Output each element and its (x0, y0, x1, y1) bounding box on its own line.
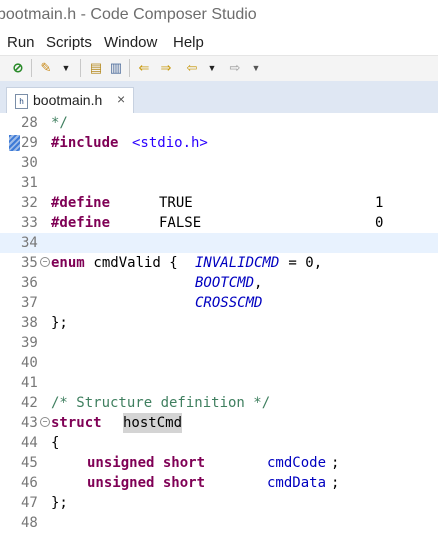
preprocessor-directive: #include (51, 135, 119, 151)
current-line-highlight: 34 (0, 233, 438, 253)
document-icon[interactable]: ▥ (108, 60, 124, 76)
line-number: 31 (21, 175, 38, 191)
code-line: 46 unsigned short cmdData ; (0, 473, 438, 493)
macro-value: 0 (375, 215, 384, 231)
menu-scripts[interactable]: Scripts (46, 34, 92, 51)
struct-name-occurrence: hostCmd (123, 413, 183, 433)
menu-help[interactable]: Help (173, 34, 204, 51)
preprocessor-directive: #define (51, 195, 111, 211)
forward-arrow-icon[interactable]: ⇒ (158, 60, 174, 76)
tab-label: bootmain.h (33, 92, 103, 108)
line-number: 46 (21, 475, 38, 491)
toolbar: ⊘ ✎ ▼ ▤ ▥ ⇐ ⇒ ⇦ ▼ ⇨ ▼ (0, 55, 438, 82)
code-line: 32 #define TRUE 1 (0, 193, 438, 213)
menu-window[interactable]: Window (104, 34, 157, 51)
comment-text: */ (51, 115, 68, 131)
code-line: 45 unsigned short cmdCode ; (0, 453, 438, 473)
code-line: 33 #define FALSE 0 (0, 213, 438, 233)
line-number: 41 (21, 375, 38, 391)
code-line: 29 #include <stdio.h> (0, 133, 438, 153)
header-file-icon: h (15, 94, 28, 109)
line-number: 42 (21, 395, 38, 411)
preprocessor-directive: #define (51, 215, 111, 231)
code-text: ; (331, 455, 340, 471)
line-number: 37 (21, 295, 38, 311)
toolbar-separator (80, 59, 81, 77)
code-line: 31 (0, 173, 438, 193)
keyword: struct (51, 415, 102, 431)
code-line: 43 − struct hostCmd (0, 413, 438, 433)
line-number: 36 (21, 275, 38, 291)
code-line: 35 − enum cmdValid { INVALIDCMD = 0, (0, 253, 438, 273)
wand-icon[interactable]: ✎ (38, 60, 54, 76)
code-line: 42 /* Structure definition */ (0, 393, 438, 413)
back-arrow-icon[interactable]: ⇐ (136, 60, 152, 76)
window-title: bootmain.h - Code Composer Studio (0, 6, 257, 23)
toolbar-separator (31, 59, 32, 77)
code-editor[interactable]: 28 */ 29 #include <stdio.h> 30 31 32 #de… (0, 113, 438, 539)
line-number: 48 (21, 515, 38, 531)
enum-constant: INVALIDCMD (195, 255, 280, 271)
line-number: 33 (21, 215, 38, 231)
close-icon[interactable]: × (117, 91, 125, 107)
line-number: 47 (21, 495, 38, 511)
line-number: 29 (21, 135, 38, 151)
code-line: 41 (0, 373, 438, 393)
line-number: 30 (21, 155, 38, 171)
code-line: 28 */ (0, 113, 438, 133)
code-text: = 0, (280, 255, 323, 271)
nav-back-icon[interactable]: ⇦ (184, 60, 200, 76)
enum-constant: BOOTCMD (195, 275, 255, 291)
no-entry-icon[interactable]: ⊘ (10, 60, 26, 76)
code-line: 37 CROSSCMD (0, 293, 438, 313)
occurrence-marker-icon (9, 135, 20, 151)
code-text: }; (51, 495, 68, 511)
line-number: 34 (21, 235, 38, 251)
tag-icon[interactable]: ▤ (88, 60, 104, 76)
line-number: 28 (21, 115, 38, 131)
code-line: 48 (0, 513, 438, 533)
line-number: 44 (21, 435, 38, 451)
macro-value: 1 (375, 195, 384, 211)
field-name: cmdData (267, 475, 327, 491)
macro-name: TRUE (159, 195, 193, 211)
code-text: }; (51, 315, 68, 331)
tab-bootmain-h[interactable]: h bootmain.h × (6, 87, 134, 114)
code-line: 36 BOOTCMD , (0, 273, 438, 293)
code-line: 40 (0, 353, 438, 373)
line-number: 39 (21, 335, 38, 351)
dropdown-arrow-icon[interactable]: ▼ (58, 60, 74, 76)
code-text: cmdValid { (85, 255, 187, 271)
line-number: 38 (21, 315, 38, 331)
enum-constant: CROSSCMD (195, 295, 263, 311)
menu-run[interactable]: Run (7, 34, 35, 51)
type-keyword: unsigned short (87, 455, 206, 471)
line-number: 45 (21, 455, 38, 471)
field-name: cmdCode (267, 455, 327, 471)
code-text: { (51, 435, 60, 451)
type-keyword: unsigned short (87, 475, 206, 491)
line-number: 32 (21, 195, 38, 211)
menu-bar: Run Scripts Window Help (0, 32, 438, 54)
editor-tab-strip: h bootmain.h × (0, 81, 438, 114)
include-header: <stdio.h> (132, 135, 208, 151)
code-line: 38 }; (0, 313, 438, 333)
code-line: 30 (0, 153, 438, 173)
code-line: 47 }; (0, 493, 438, 513)
macro-name: FALSE (159, 215, 202, 231)
line-number: 40 (21, 355, 38, 371)
code-text: ; (331, 475, 340, 491)
nav-forward-icon[interactable]: ⇨ (227, 60, 243, 76)
code-text: , (254, 275, 263, 291)
toolbar-separator (129, 59, 130, 77)
keyword: enum (51, 255, 85, 271)
dropdown-arrow-icon[interactable]: ▼ (248, 60, 264, 76)
fold-collapse-icon[interactable]: − (40, 417, 50, 427)
fold-collapse-icon[interactable]: − (40, 257, 50, 267)
window-titlebar: bootmain.h - Code Composer Studio (0, 0, 438, 32)
dropdown-arrow-icon[interactable]: ▼ (204, 60, 220, 76)
code-line: 44 { (0, 433, 438, 453)
comment-text: /* Structure definition */ (51, 395, 271, 411)
code-line: 39 (0, 333, 438, 353)
